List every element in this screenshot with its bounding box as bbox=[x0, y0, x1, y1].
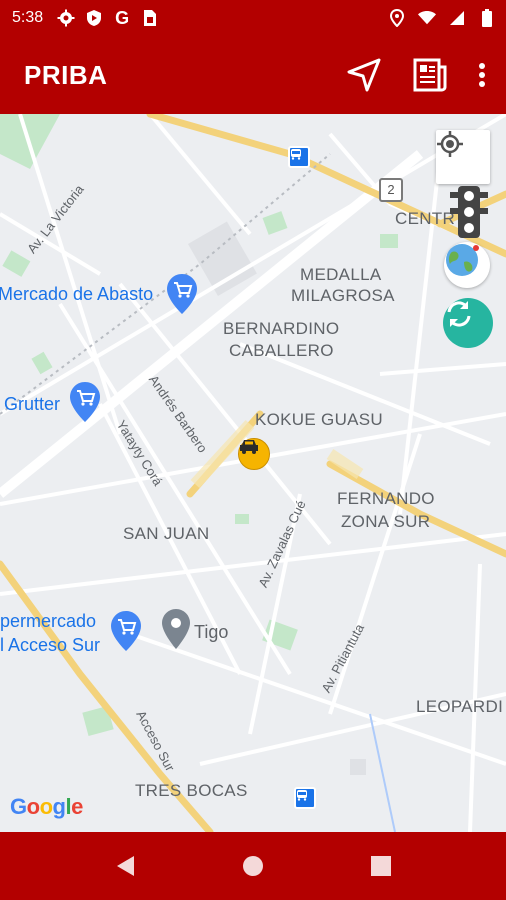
location-icon bbox=[388, 9, 406, 27]
neighborhood-label: KOKUE GUASU bbox=[255, 410, 383, 429]
back-icon[interactable] bbox=[111, 852, 139, 880]
g-icon: G bbox=[115, 7, 130, 28]
neighborhood-label: CENTR bbox=[395, 209, 456, 228]
neighborhood-label: FERNANDO bbox=[337, 489, 435, 508]
map-view[interactable]: 2 CENTR MEDALLA MILAGROSA BERNARDINO CAB… bbox=[0, 114, 506, 832]
bus-stop-icon[interactable] bbox=[294, 787, 316, 809]
poi-label[interactable]: Mercado de Abasto bbox=[0, 284, 153, 305]
neighborhood-label: MEDALLA bbox=[300, 265, 382, 284]
poi-label[interactable]: Grutter bbox=[4, 394, 60, 415]
neighborhood-label: LEOPARDI bbox=[416, 697, 504, 716]
neighborhood-label: MILAGROSA bbox=[291, 286, 395, 305]
app-bar-actions bbox=[346, 57, 486, 93]
app-bar: PRIBA bbox=[0, 36, 506, 114]
more-vert-icon[interactable] bbox=[478, 63, 486, 87]
neighborhood-label: SAN JUAN bbox=[123, 524, 210, 543]
neighborhood-label: TRES BOCAS bbox=[135, 781, 248, 800]
globe-button[interactable] bbox=[444, 242, 490, 288]
poi-label[interactable]: permercado bbox=[0, 611, 96, 632]
signal-icon bbox=[448, 9, 466, 27]
google-logo: Google bbox=[10, 794, 83, 819]
neighborhood-label: CABALLERO bbox=[229, 341, 334, 360]
poi-label[interactable]: l Acceso Sur bbox=[0, 635, 100, 656]
wifi-icon bbox=[418, 9, 436, 27]
status-right-icons bbox=[388, 9, 496, 27]
news-icon[interactable] bbox=[412, 57, 448, 93]
system-nav-bar bbox=[0, 832, 506, 900]
gear-icon bbox=[57, 9, 75, 27]
recents-icon[interactable] bbox=[367, 852, 395, 880]
status-left-icons: G bbox=[57, 7, 159, 28]
poi-label[interactable]: Tigo bbox=[194, 622, 228, 643]
my-location-button[interactable] bbox=[436, 130, 490, 184]
battery-icon bbox=[478, 9, 496, 27]
status-time: 5:38 bbox=[12, 9, 44, 26]
navigation-arrow-icon[interactable] bbox=[346, 57, 382, 93]
shield-icon bbox=[85, 9, 103, 27]
bus-stop-icon[interactable] bbox=[288, 146, 310, 168]
vehicle-marker-icon[interactable] bbox=[238, 438, 270, 470]
app-title: PRIBA bbox=[24, 59, 108, 90]
home-icon[interactable] bbox=[239, 852, 267, 880]
status-bar: 5:38 G bbox=[0, 0, 506, 36]
refresh-button[interactable] bbox=[443, 298, 493, 348]
neighborhood-label: BERNARDINO bbox=[223, 319, 340, 338]
sim-card-icon bbox=[141, 9, 159, 27]
route-shield: 2 bbox=[379, 178, 403, 202]
neighborhood-label: ZONA SUR bbox=[341, 512, 431, 531]
